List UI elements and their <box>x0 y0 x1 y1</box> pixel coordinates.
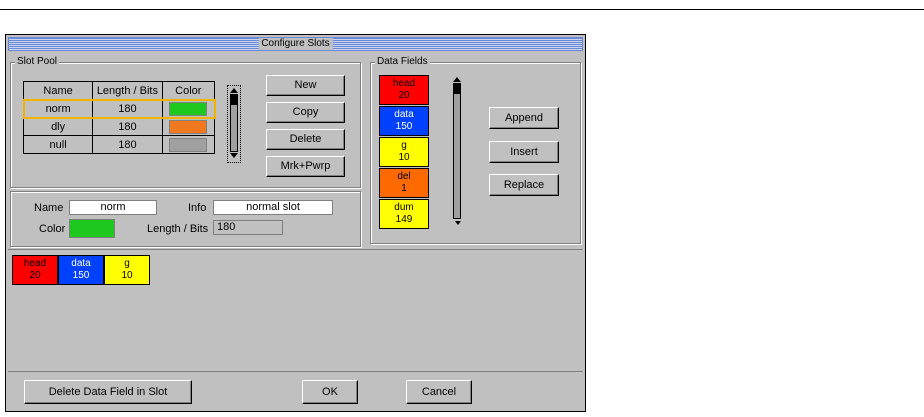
cell-length: 180 <box>92 99 163 118</box>
data-field-item[interactable]: data 150 <box>379 106 429 136</box>
data-field-item[interactable]: del 1 <box>379 168 429 198</box>
cell-name: dly <box>22 117 94 136</box>
data-field-item[interactable]: head 20 <box>379 75 429 105</box>
delete-button[interactable]: Delete <box>266 129 345 150</box>
column-header-name: Name <box>22 81 94 100</box>
scroll-up-arrow-icon[interactable] <box>453 77 461 82</box>
scroll-thumb[interactable] <box>231 95 237 105</box>
data-fields-label: Data Fields <box>375 56 430 67</box>
column-header-length: Length / Bits <box>92 81 163 100</box>
data-field-item[interactable]: g 10 <box>379 137 429 167</box>
table-row-norm[interactable]: norm 180 <box>22 98 216 119</box>
mrk-pwrp-button-label: Mrk+Pwrp <box>280 160 331 172</box>
data-field-value: 10 <box>398 152 410 163</box>
scroll-thumb[interactable] <box>454 84 460 94</box>
scroll-down-arrow-icon[interactable] <box>455 221 461 225</box>
footer-divider <box>8 371 583 372</box>
replace-button-label: Replace <box>503 179 545 191</box>
data-field-item[interactable]: dum 149 <box>379 199 429 229</box>
length-label: Length / Bits <box>147 223 209 235</box>
data-field-value: 1 <box>401 183 407 194</box>
cell-name: norm <box>22 99 94 118</box>
slot-field-name: g <box>124 258 130 269</box>
data-field-name: dum <box>394 202 414 213</box>
color-swatch <box>169 137 208 152</box>
slot-field-name: head <box>23 258 47 269</box>
cell-color <box>161 99 216 118</box>
info-field[interactable]: normal slot <box>213 200 333 215</box>
cell-color <box>161 117 216 136</box>
slot-field-block[interactable]: data 150 <box>58 255 104 285</box>
column-header-color: Color <box>161 81 216 100</box>
configure-slots-dialog: Configure Slots Slot Pool Name Length / … <box>5 34 586 412</box>
table-header-row: Name Length / Bits Color <box>22 81 216 100</box>
data-field-value: 20 <box>398 90 410 101</box>
copy-button[interactable]: Copy <box>266 102 345 123</box>
data-fields-group: Data Fields head 20 data 150 g 10 del 1 dum 149 A… <box>370 56 581 244</box>
insert-button[interactable]: Insert <box>489 141 559 163</box>
color-label: Color <box>39 223 66 235</box>
ok-button[interactable]: OK <box>302 380 358 404</box>
slot-field-block[interactable]: g 10 <box>104 255 150 285</box>
new-button[interactable]: New <box>266 75 345 96</box>
append-button-label: Append <box>505 112 543 124</box>
title-bar[interactable]: Configure Slots <box>8 37 583 51</box>
color-swatch <box>169 119 208 134</box>
info-label: Info <box>188 202 207 214</box>
slot-pool-group: Slot Pool Name Length / Bits Color norm … <box>10 56 361 188</box>
slot-field-value: 150 <box>72 270 90 281</box>
append-button[interactable]: Append <box>489 107 559 129</box>
data-field-name: head <box>392 78 416 89</box>
cell-length: 180 <box>92 135 163 154</box>
scroll-down-arrow-icon[interactable] <box>230 153 238 158</box>
data-field-value: 150 <box>395 121 413 132</box>
data-field-name: g <box>401 140 407 151</box>
delete-button-label: Delete <box>289 133 322 145</box>
ok-button-label: OK <box>322 386 338 398</box>
delete-data-field-button[interactable]: Delete Data Field in Slot <box>24 380 192 404</box>
slot-field-value: 20 <box>29 270 41 281</box>
slot-pool-scrollbar[interactable] <box>227 85 241 163</box>
copy-button-label: Copy <box>292 106 319 118</box>
new-button-label: New <box>294 79 317 91</box>
name-field[interactable]: norm <box>69 200 157 215</box>
slot-pool-table: Name Length / Bits Color norm 180 dly 18… <box>22 81 216 154</box>
delete-data-field-label: Delete Data Field in Slot <box>48 386 168 398</box>
color-picker-swatch[interactable] <box>69 219 115 238</box>
data-field-value: 149 <box>395 214 413 225</box>
slot-field-block[interactable]: head 20 <box>12 255 58 285</box>
color-swatch <box>169 101 208 116</box>
data-field-name: data <box>394 109 414 120</box>
scroll-track[interactable] <box>453 83 461 219</box>
window-title: Configure Slots <box>258 38 333 50</box>
scroll-track[interactable] <box>230 94 238 152</box>
slot-content-strip: head 20 data 150 g 10 <box>12 255 192 285</box>
data-fields-scrollbar[interactable] <box>451 77 465 229</box>
slot-field-name: data <box>71 258 91 269</box>
cancel-button-label: Cancel <box>421 386 457 398</box>
replace-button[interactable]: Replace <box>489 174 559 196</box>
section-divider <box>8 249 583 250</box>
mrk-pwrp-button[interactable]: Mrk+Pwrp <box>266 156 345 177</box>
slot-field-value: 10 <box>121 270 133 281</box>
cell-length: 180 <box>92 117 163 136</box>
length-field: 180 <box>213 220 283 235</box>
name-label: Name <box>34 202 64 214</box>
table-row-dly[interactable]: dly 180 <box>22 117 216 136</box>
cell-name: null <box>22 135 94 154</box>
scroll-up-arrow-icon[interactable] <box>230 88 238 93</box>
data-field-name: del <box>397 171 411 182</box>
slot-details-panel: Name norm Info normal slot Color Length … <box>10 191 361 247</box>
insert-button-label: Insert <box>510 146 538 158</box>
table-row-null[interactable]: null 180 <box>22 135 216 154</box>
cell-color <box>161 135 216 154</box>
cancel-button[interactable]: Cancel <box>406 380 472 404</box>
slot-pool-label: Slot Pool <box>15 56 60 67</box>
top-rule <box>0 9 924 10</box>
